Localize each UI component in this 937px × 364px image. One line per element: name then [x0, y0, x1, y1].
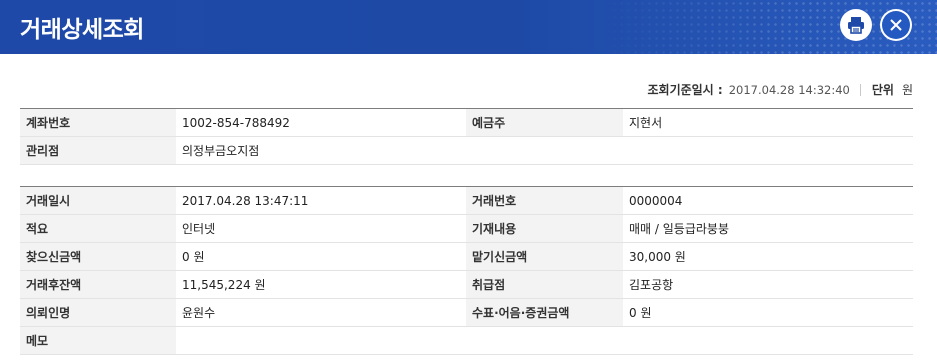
- summary-value: 인터넷: [176, 214, 466, 243]
- memo-content-value: 매매 / 일등급라붕붕: [623, 214, 913, 243]
- close-button[interactable]: [880, 9, 912, 41]
- table-row: 메모: [20, 326, 913, 355]
- balance-value: 11,545,224 원: [176, 270, 466, 299]
- query-meta: 조회기준일시 : 2017.04.28 14:32:40 단위 원: [647, 81, 913, 98]
- deposit-amount-label: 맡기신금액: [466, 242, 623, 271]
- account-holder-label: 예금주: [466, 108, 623, 137]
- branch-label: 관리점: [20, 136, 176, 165]
- page-title: 거래상세조회: [20, 17, 144, 43]
- print-button[interactable]: [840, 9, 872, 41]
- account-holder-value: 지현서: [623, 108, 913, 137]
- requester-name-label: 의뢰인명: [20, 298, 176, 327]
- transaction-datetime-label: 거래일시: [20, 186, 176, 215]
- memo-content-label: 기재내용: [466, 214, 623, 243]
- table-row: 적요 인터넷 기재내용 매매 / 일등급라붕붕: [20, 214, 913, 243]
- summary-label: 적요: [20, 214, 176, 243]
- requester-name-value: 윤원수: [176, 298, 466, 327]
- memo-value: [176, 326, 913, 355]
- check-amount-value: 0 원: [623, 298, 913, 327]
- unit-value: 원: [901, 83, 913, 97]
- transaction-number-value: 0000004: [623, 186, 913, 215]
- table-row: 거래후잔액 11,545,224 원 취급점 김포공항: [20, 270, 913, 299]
- memo-label: 메모: [20, 326, 176, 355]
- transaction-number-label: 거래번호: [466, 186, 623, 215]
- table-row: 계좌번호 1002-854-788492 예금주 지현서: [20, 108, 913, 137]
- query-datetime-value: 2017.04.28 14:32:40: [728, 82, 850, 97]
- deposit-amount-value: 30,000 원: [623, 242, 913, 271]
- branch-value: 의정부금오지점: [176, 136, 913, 165]
- unit-label: 단위: [871, 83, 894, 97]
- account-info-table: 계좌번호 1002-854-788492 예금주 지현서 관리점 의정부금오지점: [20, 108, 913, 165]
- table-row: 찾으신금액 0 원 맡기신금액 30,000 원: [20, 242, 913, 271]
- query-datetime-label: 조회기준일시 :: [647, 83, 723, 97]
- handling-branch-label: 취급점: [466, 270, 623, 299]
- account-number-value: 1002-854-788492: [176, 108, 466, 137]
- transaction-detail-table: 거래일시 2017.04.28 13:47:11 거래번호 0000004 적요…: [20, 186, 913, 355]
- transaction-datetime-value: 2017.04.28 13:47:11: [176, 186, 466, 215]
- withdraw-amount-label: 찾으신금액: [20, 242, 176, 271]
- account-number-label: 계좌번호: [20, 108, 176, 137]
- close-button-face: [882, 11, 910, 39]
- table-row: 거래일시 2017.04.28 13:47:11 거래번호 0000004: [20, 186, 913, 215]
- table-row: 의뢰인명 윤원수 수표·어음·증권금액 0 원: [20, 298, 913, 327]
- handling-branch-value: 김포공항: [623, 270, 913, 299]
- printer-icon: [848, 17, 864, 34]
- balance-label: 거래후잔액: [20, 270, 176, 299]
- meta-divider: [859, 83, 861, 96]
- withdraw-amount-value: 0 원: [176, 242, 466, 271]
- close-icon: [890, 19, 902, 31]
- check-amount-label: 수표·어음·증권금액: [466, 298, 623, 327]
- header-bar: 거래상세조회: [0, 0, 937, 54]
- table-row: 관리점 의정부금오지점: [20, 136, 913, 165]
